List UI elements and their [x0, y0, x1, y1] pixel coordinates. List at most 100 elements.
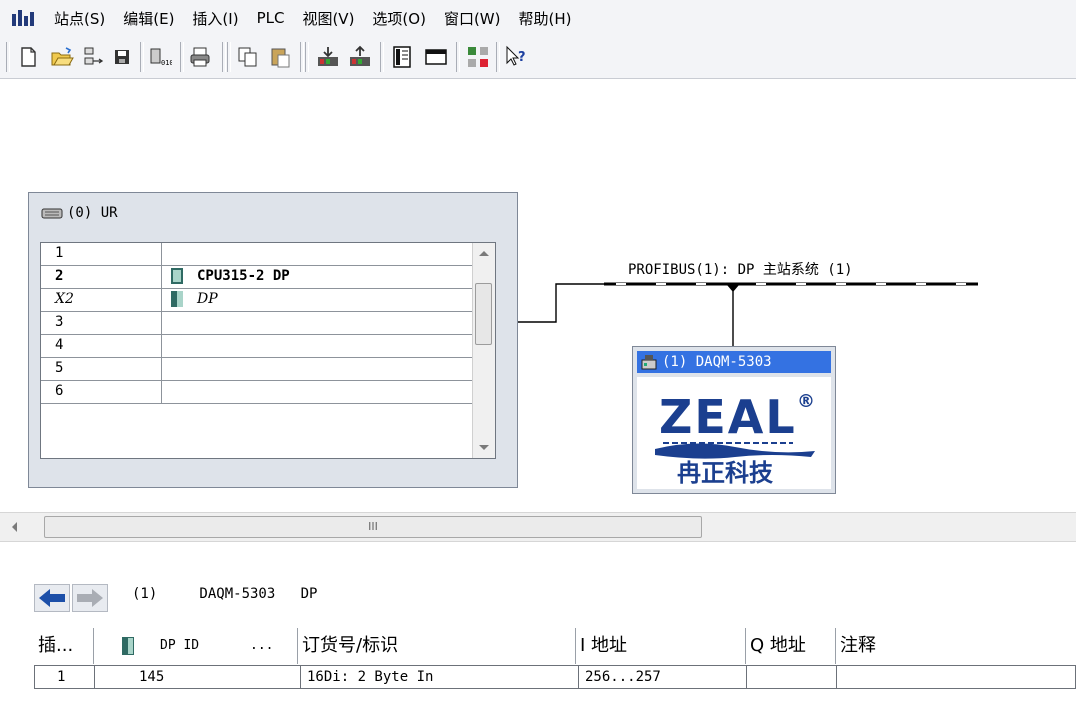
- table-header: 插... DP ID ... 订货号/标识 I 地址 Q 地址 注释: [34, 628, 1076, 664]
- rack-window[interactable]: (0) UR 1 2 CPU315-2 DP X2 DP 3 4 5 6: [28, 192, 518, 488]
- paste-icon[interactable]: [268, 45, 292, 69]
- slot-number: 6: [55, 383, 64, 399]
- cpu-module-icon: [171, 268, 183, 284]
- col-qaddr-header[interactable]: Q 地址: [746, 628, 836, 664]
- module-dp-interface[interactable]: DP: [171, 291, 218, 307]
- toolbar-separator: [140, 42, 144, 72]
- toolbar-separator: [227, 42, 231, 72]
- slot-number: 5: [55, 360, 64, 376]
- logo-caption: 冉正科技: [677, 459, 774, 487]
- menu-plc[interactable]: PLC: [255, 6, 287, 30]
- col-ellipsis-label: ...: [250, 638, 274, 653]
- slot-row[interactable]: 5: [41, 358, 473, 381]
- bus-connector-marker: [727, 285, 739, 292]
- slot-row[interactable]: 1: [41, 243, 473, 266]
- slot-number: 1: [55, 245, 64, 261]
- save-icon[interactable]: [110, 45, 134, 69]
- svg-text:010: 010: [161, 59, 172, 67]
- arrow-left-icon: [39, 589, 65, 607]
- toolbar-separator: [305, 42, 309, 72]
- logo-mark: ®: [797, 391, 815, 412]
- slot-row[interactable]: 4: [41, 335, 473, 358]
- rack-icon: [41, 208, 63, 219]
- slot-row[interactable]: 3: [41, 312, 473, 335]
- cell-iaddr[interactable]: 256...257: [579, 666, 747, 688]
- hscroll-thumb[interactable]: III: [44, 516, 702, 538]
- slot-number: X2: [55, 291, 74, 307]
- logo-wave: [655, 443, 815, 459]
- open-icon[interactable]: [50, 45, 74, 69]
- module-name: CPU315-2 DP: [197, 268, 290, 284]
- module-cpu[interactable]: CPU315-2 DP: [171, 268, 290, 284]
- menu-view[interactable]: 视图(V): [300, 5, 356, 32]
- help-cursor-icon[interactable]: ?: [504, 45, 528, 69]
- dp-interface-icon: [171, 291, 183, 307]
- toolbar-separator: [180, 42, 184, 72]
- menu-edit[interactable]: 编辑(E): [121, 5, 176, 32]
- toolbar-separator: [300, 42, 304, 72]
- menu-help[interactable]: 帮助(H): [516, 5, 573, 32]
- arrow-right-icon: [77, 589, 103, 607]
- scroll-down-icon[interactable]: [479, 445, 489, 450]
- toolbar: 010 ?: [0, 36, 1076, 79]
- col-dpid-label: DP ID: [160, 638, 200, 653]
- upload-icon[interactable]: [348, 45, 372, 69]
- network-icon[interactable]: [82, 45, 106, 69]
- menu-bar: 站点(S) 编辑(E) 插入(I) PLC 视图(V) 选项(O) 窗口(W) …: [0, 0, 1076, 36]
- table-row[interactable]: 1 145 16Di: 2 Byte In 256...257: [34, 665, 1076, 689]
- slave-device-icon: [641, 355, 657, 370]
- toolbar-separator: [6, 42, 10, 72]
- cell-slot[interactable]: 1: [35, 666, 95, 688]
- network-config-icon[interactable]: [466, 45, 490, 69]
- detail-title: (1) DAQM-5303 DP: [132, 586, 318, 602]
- toolbar-separator: [456, 42, 460, 72]
- svg-text:?: ?: [518, 50, 526, 65]
- slot-row[interactable]: X2 DP: [41, 289, 473, 312]
- copy-icon[interactable]: [236, 45, 260, 69]
- new-icon[interactable]: [16, 45, 40, 69]
- dp-slave-header: (1) DAQM-5303: [637, 351, 831, 373]
- print-icon[interactable]: [188, 45, 212, 69]
- back-button[interactable]: [34, 584, 70, 612]
- detail-view-icon[interactable]: [424, 45, 448, 69]
- forward-button[interactable]: [72, 584, 108, 612]
- overview-icon[interactable]: [390, 45, 414, 69]
- menu-window[interactable]: 窗口(W): [442, 5, 503, 32]
- slot-table: 1 2 CPU315-2 DP X2 DP 3 4 5 6: [40, 242, 496, 459]
- module-name: DP: [197, 291, 218, 307]
- slot-number: 3: [55, 314, 64, 330]
- compile-icon[interactable]: 010: [148, 45, 172, 69]
- scroll-up-icon[interactable]: [479, 251, 489, 256]
- slot-row[interactable]: 6: [41, 381, 473, 404]
- menu-options[interactable]: 选项(O): [370, 5, 428, 32]
- col-comment-header[interactable]: 注释: [836, 628, 1076, 664]
- cell-dpid[interactable]: 145: [95, 666, 301, 688]
- toolbar-separator: [380, 42, 384, 72]
- dp-slave-box[interactable]: (1) DAQM-5303 ZEAL ® 冉正科技: [632, 346, 836, 494]
- profibus-label[interactable]: PROFIBUS(1): DP 主站系统 (1): [628, 259, 853, 279]
- col-order-header[interactable]: 订货号/标识: [298, 628, 576, 664]
- cell-comment[interactable]: [837, 666, 1075, 688]
- slot-number: 2: [55, 268, 64, 284]
- toolbar-separator: [496, 42, 500, 72]
- download-icon[interactable]: [316, 45, 340, 69]
- menu-insert[interactable]: 插入(I): [190, 5, 240, 32]
- logo-text: ZEAL: [659, 390, 797, 444]
- col-slot-header[interactable]: 插...: [34, 628, 94, 664]
- dp-slave-title: (1) DAQM-5303: [662, 354, 772, 370]
- slot-row[interactable]: 2 CPU315-2 DP: [41, 266, 473, 289]
- app-station-icon: [12, 8, 38, 28]
- scroll-thumb[interactable]: [475, 283, 492, 345]
- cell-order[interactable]: 16Di: 2 Byte In: [301, 666, 579, 688]
- menu-station[interactable]: 站点(S): [52, 5, 107, 32]
- slot-number: 4: [55, 337, 64, 353]
- toolbar-separator: [222, 42, 226, 72]
- col-dpid-header[interactable]: DP ID ...: [94, 628, 298, 664]
- col-iaddr-header[interactable]: I 地址: [576, 628, 746, 664]
- detail-view: (1) DAQM-5303 DP 插... DP ID ... 订货号/标识 I…: [0, 546, 1076, 711]
- station-hscrollbar[interactable]: III: [0, 512, 1076, 542]
- cell-qaddr[interactable]: [747, 666, 837, 688]
- scroll-left-icon[interactable]: [12, 522, 17, 532]
- module-icon: [122, 637, 134, 655]
- slot-table-scrollbar[interactable]: [472, 243, 495, 458]
